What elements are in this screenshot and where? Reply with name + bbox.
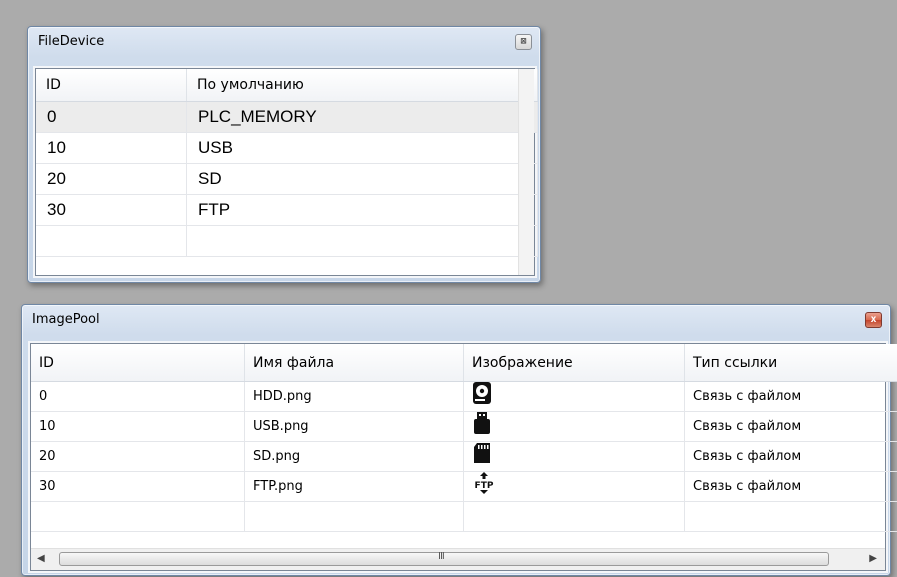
cell-link-type[interactable]	[684, 501, 897, 532]
cell-filename[interactable]: FTP.png	[244, 471, 464, 502]
cell-id[interactable]: 30	[36, 194, 187, 226]
imagepool-grid: ID Имя файла Изображение Тип ссылки 0 HD…	[30, 343, 897, 571]
column-header-image[interactable]: Изображение	[463, 344, 685, 382]
cell-id[interactable]: 20	[36, 163, 187, 195]
cell-default[interactable]: PLC_MEMORY	[186, 101, 538, 133]
cell-id[interactable]: 10	[36, 132, 187, 164]
cell-id[interactable]	[31, 501, 245, 532]
cell-default[interactable]	[186, 225, 538, 257]
cell-image[interactable]	[463, 381, 685, 412]
cell-id[interactable]	[36, 225, 187, 257]
imagepool-window: ImagePool x ID Имя файла Изображение Тип…	[21, 304, 897, 576]
window-title: FileDevice	[38, 34, 105, 49]
window-title: ImagePool	[32, 312, 100, 327]
cell-id[interactable]: 0	[36, 101, 187, 133]
table-row[interactable]: 0 PLC_MEMORY	[36, 101, 538, 133]
header-row: ID Имя файла Изображение Тип ссылки	[31, 344, 897, 382]
filedevice-grid: ID По умолчанию 0 PLC_MEMORY 10 USB 20 S…	[35, 68, 538, 276]
table-row[interactable]: 10 USB.png Связь с файлом	[31, 411, 897, 442]
cell-image[interactable]: FTP	[463, 471, 685, 502]
horizontal-scrollbar[interactable]: ◀ III ▶	[31, 548, 885, 570]
close-button[interactable]: ⊠	[515, 34, 532, 50]
cell-image[interactable]	[463, 441, 685, 472]
cell-default[interactable]: USB	[186, 132, 538, 164]
close-button[interactable]: x	[865, 312, 882, 328]
column-header-link-type[interactable]: Тип ссылки	[684, 344, 897, 382]
cell-id[interactable]: 30	[31, 471, 245, 502]
header-row: ID По умолчанию	[36, 69, 538, 102]
filedevice-window: FileDevice ⊠ ID По умолчанию 0 PLC_MEMOR…	[27, 26, 541, 283]
column-header-id[interactable]: ID	[36, 69, 187, 102]
column-header-id[interactable]: ID	[31, 344, 245, 382]
hdd-icon	[472, 382, 492, 410]
cell-id[interactable]: 20	[31, 441, 245, 472]
cell-link-type[interactable]: Связь с файлом	[684, 381, 897, 412]
table-row[interactable]: 30 FTP.png FTP Связь с файлом	[31, 471, 897, 502]
scroll-right-arrow-icon[interactable]: ▶	[869, 553, 877, 564]
cell-filename[interactable]: USB.png	[244, 411, 464, 442]
table-row[interactable]: 20 SD	[36, 163, 538, 195]
imagepool-titlebar[interactable]: ImagePool x	[22, 305, 890, 335]
table-row[interactable]: 0 HDD.png Связь с файлом	[31, 381, 897, 412]
column-header-filename[interactable]: Имя файла	[244, 344, 464, 382]
cell-filename[interactable]	[244, 501, 464, 532]
cell-filename[interactable]: HDD.png	[244, 381, 464, 412]
scroll-left-arrow-icon[interactable]: ◀	[37, 553, 45, 564]
cell-link-type[interactable]: Связь с файлом	[684, 471, 897, 502]
cell-image[interactable]	[463, 501, 685, 532]
empty-row[interactable]	[31, 501, 897, 532]
cell-default[interactable]: SD	[186, 163, 538, 195]
cell-link-type[interactable]: Связь с файлом	[684, 441, 897, 472]
cell-image[interactable]	[463, 411, 685, 442]
scrollbar-grip: III	[438, 551, 445, 562]
table-row[interactable]: 10 USB	[36, 132, 538, 164]
column-header-default[interactable]: По умолчанию	[186, 69, 538, 102]
usb-icon	[472, 412, 492, 440]
cell-id[interactable]: 0	[31, 381, 245, 412]
vertical-scroll-area[interactable]	[518, 69, 534, 275]
sd-card-icon	[472, 442, 492, 468]
filedevice-titlebar[interactable]: FileDevice ⊠	[28, 27, 540, 57]
empty-row[interactable]	[36, 225, 538, 257]
cell-link-type[interactable]: Связь с файлом	[684, 411, 897, 442]
cell-id[interactable]: 10	[31, 411, 245, 442]
table-row[interactable]: 30 FTP	[36, 194, 538, 226]
cell-default[interactable]: FTP	[186, 194, 538, 226]
table-row[interactable]: 20 SD.png Связь с файлом	[31, 441, 897, 472]
svg-text:FTP: FTP	[475, 481, 494, 491]
scrollbar-thumb[interactable]: III	[59, 551, 829, 566]
cell-filename[interactable]: SD.png	[244, 441, 464, 472]
ftp-icon: FTP	[472, 472, 496, 500]
